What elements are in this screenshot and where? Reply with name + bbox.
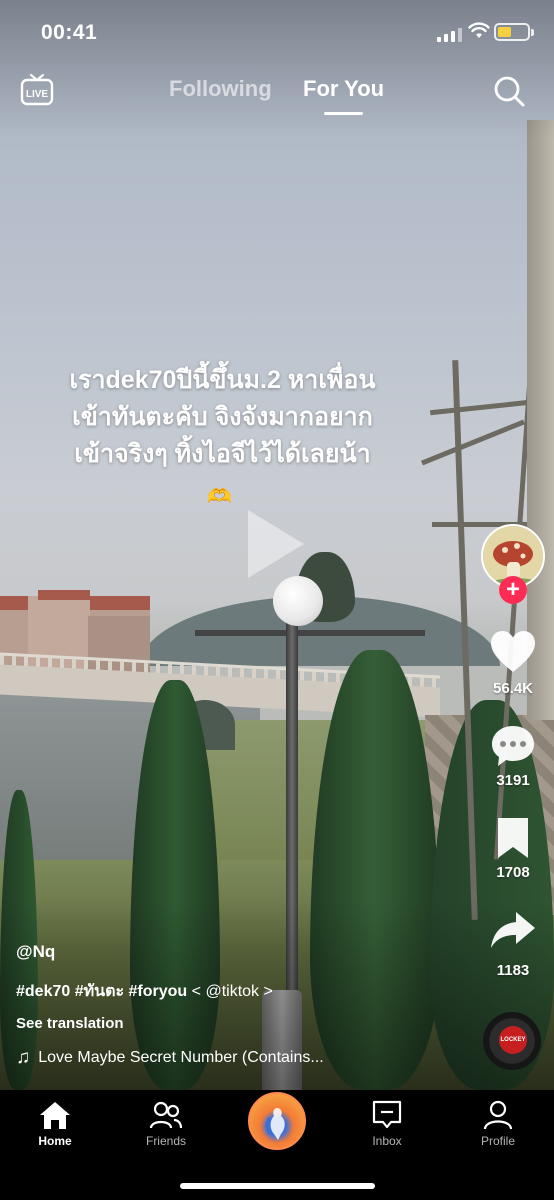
lamp-crossbar: [195, 630, 425, 636]
heart-hands-icon: 🫶: [207, 486, 232, 508]
music-note-icon: ♫: [16, 1047, 31, 1068]
live-label: LIVE: [26, 89, 49, 100]
nav-inbox[interactable]: Inbox: [347, 1090, 427, 1148]
nav-profile[interactable]: Profile: [458, 1090, 538, 1148]
nav-label-profile: Profile: [480, 1134, 515, 1148]
lamp-globe: [273, 576, 323, 626]
music-row[interactable]: ♫ Love Maybe Secret Number (Contains...: [16, 1047, 324, 1069]
wifi-icon: [468, 22, 490, 38]
live-button[interactable]: LIVE: [20, 72, 54, 106]
video-text-overlay: เราdek70ปีนี้ขึ้นม.2 หาเพื่อน เข้าทันตะค…: [30, 362, 415, 473]
nav-label-friends: Friends: [145, 1134, 186, 1148]
bookmark-icon[interactable]: [490, 816, 536, 860]
follow-button[interactable]: +: [499, 576, 527, 604]
create-figure-icon: [265, 1108, 285, 1140]
save-count: 1708: [496, 864, 530, 881]
nav-label-inbox: Inbox: [372, 1134, 402, 1148]
scaffold-pole: [421, 419, 525, 466]
battery-icon: [494, 23, 530, 41]
active-tab-indicator: [324, 112, 363, 115]
play-icon[interactable]: [248, 510, 304, 578]
inbox-icon: [372, 1100, 402, 1129]
like-count: 56.4K: [492, 680, 534, 697]
overlay-line: เราdek70ปีนี้ขึ้นม.2 หาเพื่อน: [69, 366, 376, 394]
battery-level: [498, 27, 511, 37]
home-icon: [40, 1102, 70, 1129]
battery-cap: [531, 29, 534, 36]
tab-for-you[interactable]: For You: [303, 76, 384, 102]
nav-friends[interactable]: Friends: [126, 1090, 206, 1148]
like-heart-icon[interactable]: [490, 630, 536, 674]
post-caption: #dek70 #ทันตะ #foryou < @tiktok >: [16, 979, 273, 1004]
overlay-line: เข้าจริงๆ ทิ้งไอจีไว้ได้เลยน้า: [74, 440, 371, 468]
house-roof: [38, 590, 90, 600]
friends-icon: [149, 1101, 183, 1129]
share-arrow-icon[interactable]: [490, 910, 536, 954]
hashtag-list[interactable]: #dek70 #ทันตะ #foryou: [16, 983, 187, 1000]
overlay-line: เข้าทันตะคับ จิงจังมากอยาก: [72, 403, 373, 431]
search-icon[interactable]: [492, 74, 526, 108]
home-indicator: [180, 1183, 375, 1189]
comment-count: 3191: [496, 772, 530, 789]
share-count: 1183: [496, 962, 530, 979]
tab-following[interactable]: Following: [169, 76, 272, 102]
nav-label-home: Home: [38, 1134, 72, 1148]
scaffold-pole: [430, 399, 530, 416]
nav-home[interactable]: Home: [15, 1090, 95, 1148]
cellular-signal-icon: [437, 26, 462, 42]
status-time: 00:41: [41, 21, 98, 44]
mention-tag[interactable]: < @tiktok >: [192, 983, 273, 1000]
creator-username[interactable]: @Nq: [16, 942, 55, 962]
create-button[interactable]: [248, 1092, 306, 1150]
profile-icon: [483, 1100, 513, 1130]
music-title: Love Maybe Secret Number (Contains...: [38, 1049, 324, 1066]
comment-icon[interactable]: [490, 724, 536, 768]
see-translation-link[interactable]: See translation: [16, 1015, 124, 1032]
disc-label: LOCKEY: [499, 1026, 527, 1054]
